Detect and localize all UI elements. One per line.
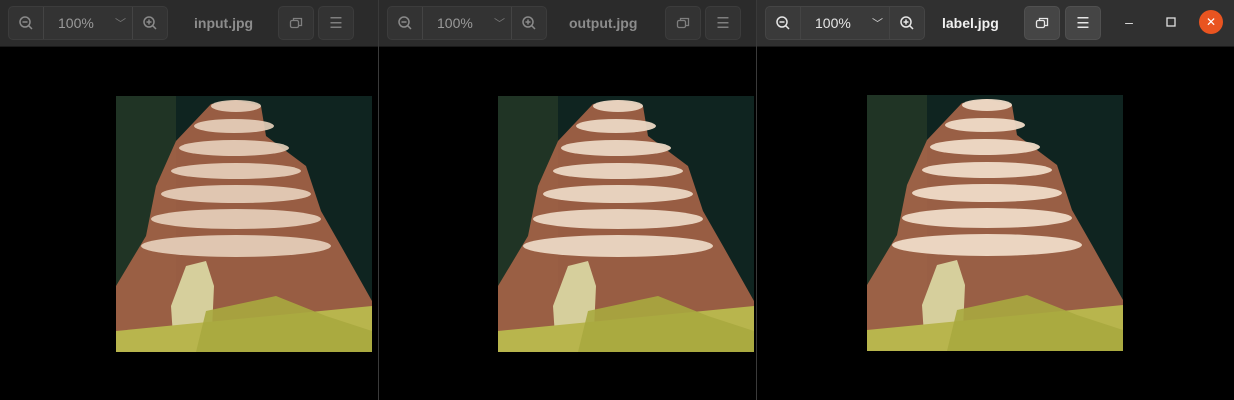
zoom-out-button[interactable]: [766, 7, 800, 39]
zoom-control: 100% ﹀: [387, 6, 547, 40]
viewer-window-input: 100% ﹀ input.jpg ☰: [0, 0, 378, 400]
zoom-in-button[interactable]: [889, 7, 924, 39]
hamburger-icon: ☰: [329, 15, 343, 32]
viewer-window-output: 100% ﹀ output.jpg ☰: [379, 0, 756, 400]
zoom-level-dropdown[interactable]: 100% ﹀: [800, 7, 889, 39]
zoom-level-dropdown[interactable]: 100% ﹀: [43, 7, 132, 39]
image-canvas: [498, 96, 754, 352]
hamburger-icon: ☰: [716, 15, 730, 32]
hamburger-icon: ☰: [1076, 15, 1090, 32]
viewer-window-label: 100% ﹀ label.jpg ☰ – ✕: [757, 0, 1234, 400]
menu-button[interactable]: ☰: [318, 6, 354, 40]
chevron-down-icon: ﹀: [494, 18, 505, 30]
image-content: [867, 95, 1123, 351]
menu-button[interactable]: ☰: [705, 6, 741, 40]
zoom-out-button[interactable]: [9, 7, 43, 39]
restore-icon: [1035, 17, 1049, 29]
restore-icon: [676, 17, 690, 29]
window-title: output.jpg: [569, 15, 638, 31]
header-bar: 100% ﹀ output.jpg ☰: [379, 0, 756, 47]
window-title: input.jpg: [194, 15, 254, 31]
fit-view-button[interactable]: [1024, 6, 1060, 40]
image-content: [498, 96, 754, 352]
maximize-button[interactable]: [1159, 10, 1183, 34]
zoom-in-icon: [900, 16, 914, 30]
zoom-level-value: 100%: [437, 15, 473, 31]
zoom-level-dropdown[interactable]: 100% ﹀: [422, 7, 511, 39]
header-bar: 100% ﹀ input.jpg ☰: [0, 0, 378, 47]
zoom-level-value: 100%: [58, 15, 94, 31]
minimize-icon: –: [1125, 14, 1133, 30]
zoom-out-icon: [19, 16, 33, 30]
fit-view-button[interactable]: [665, 6, 701, 40]
minimize-button[interactable]: –: [1117, 10, 1141, 34]
zoom-in-icon: [143, 16, 157, 30]
restore-icon: [289, 17, 303, 29]
header-bar: 100% ﹀ label.jpg ☰ – ✕: [757, 0, 1234, 47]
maximize-icon: [1166, 17, 1176, 27]
zoom-in-icon: [522, 16, 536, 30]
zoom-control: 100% ﹀: [765, 6, 925, 40]
zoom-out-icon: [398, 16, 412, 30]
zoom-level-value: 100%: [815, 15, 851, 31]
zoom-in-button[interactable]: [511, 7, 546, 39]
image-content: [116, 96, 372, 352]
chevron-down-icon: ﹀: [115, 18, 126, 30]
chevron-down-icon: ﹀: [872, 18, 883, 30]
image-canvas: [867, 95, 1123, 351]
zoom-out-icon: [776, 16, 790, 30]
zoom-out-button[interactable]: [388, 7, 422, 39]
zoom-control: 100% ﹀: [8, 6, 168, 40]
window-title: label.jpg: [942, 15, 999, 31]
close-button[interactable]: ✕: [1199, 10, 1223, 34]
image-canvas: [116, 96, 372, 352]
close-icon: ✕: [1205, 15, 1217, 29]
zoom-in-button[interactable]: [132, 7, 167, 39]
fit-view-button[interactable]: [278, 6, 314, 40]
menu-button[interactable]: ☰: [1065, 6, 1101, 40]
